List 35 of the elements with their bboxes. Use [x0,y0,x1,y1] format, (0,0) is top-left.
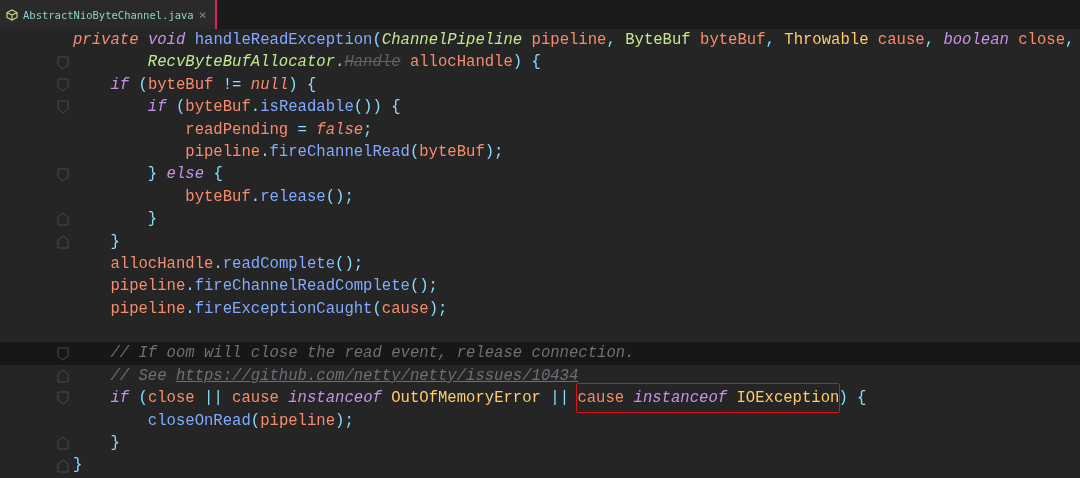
fold-marker-icon[interactable] [57,346,69,361]
code-line: } [109,231,120,253]
code-line: readPending = false; [184,119,373,141]
fold-marker-icon[interactable] [57,369,69,384]
tab-filename: AbstractNioByteChannel.java [23,8,194,21]
code-line: pipeline.fireChannelRead(byteBuf); [184,141,504,163]
code-line: if (byteBuf != null) { [109,74,317,96]
fold-marker-icon[interactable] [57,77,69,92]
code-line: allocHandle.readComplete(); [109,253,364,275]
cube-icon [6,8,18,21]
fold-marker-icon[interactable] [57,167,69,182]
code-line: } [109,433,120,455]
code-comment: // If oom will close the read event, release connection. [109,343,635,365]
fold-marker-icon[interactable] [57,234,69,249]
close-icon[interactable]: × [198,7,207,22]
code-comment: // See https://github.com/netty/netty/issues/10434 [109,365,579,387]
fold-marker-icon[interactable] [57,55,69,70]
code-line: if (byteBuf.isReadable()) { [146,97,401,119]
code-line: pipeline.fireExceptionCaught(cause); [109,298,448,320]
fold-marker-icon[interactable] [57,458,69,473]
code-line: byteBuf.release(); [184,186,354,208]
code-line: RecvByteBufAllocator.Handle allocHandle) { [146,52,541,74]
code-line: } [146,209,158,231]
code-line: } else { [146,164,223,186]
code-line: private void handleReadException(ChannelPipeline pipeline, ByteBuf byteBuf, Throwable cause, boolean close, [73,30,1075,51]
fold-marker-icon[interactable] [57,436,69,451]
fold-marker-icon[interactable] [57,391,69,406]
file-tab[interactable]: AbstractNioByteChannel.java × [0,0,217,29]
code-line: closeOnRead(pipeline); [146,410,354,432]
link[interactable]: https://github.com/netty/netty/issues/10434 [175,366,579,385]
code-line: } [73,455,83,477]
code-line: pipeline.fireChannelReadComplete(); [109,276,438,298]
fold-marker-icon[interactable] [57,100,69,115]
fold-marker-icon[interactable] [57,212,69,227]
highlight-box: cause instanceof IOException [576,383,841,414]
